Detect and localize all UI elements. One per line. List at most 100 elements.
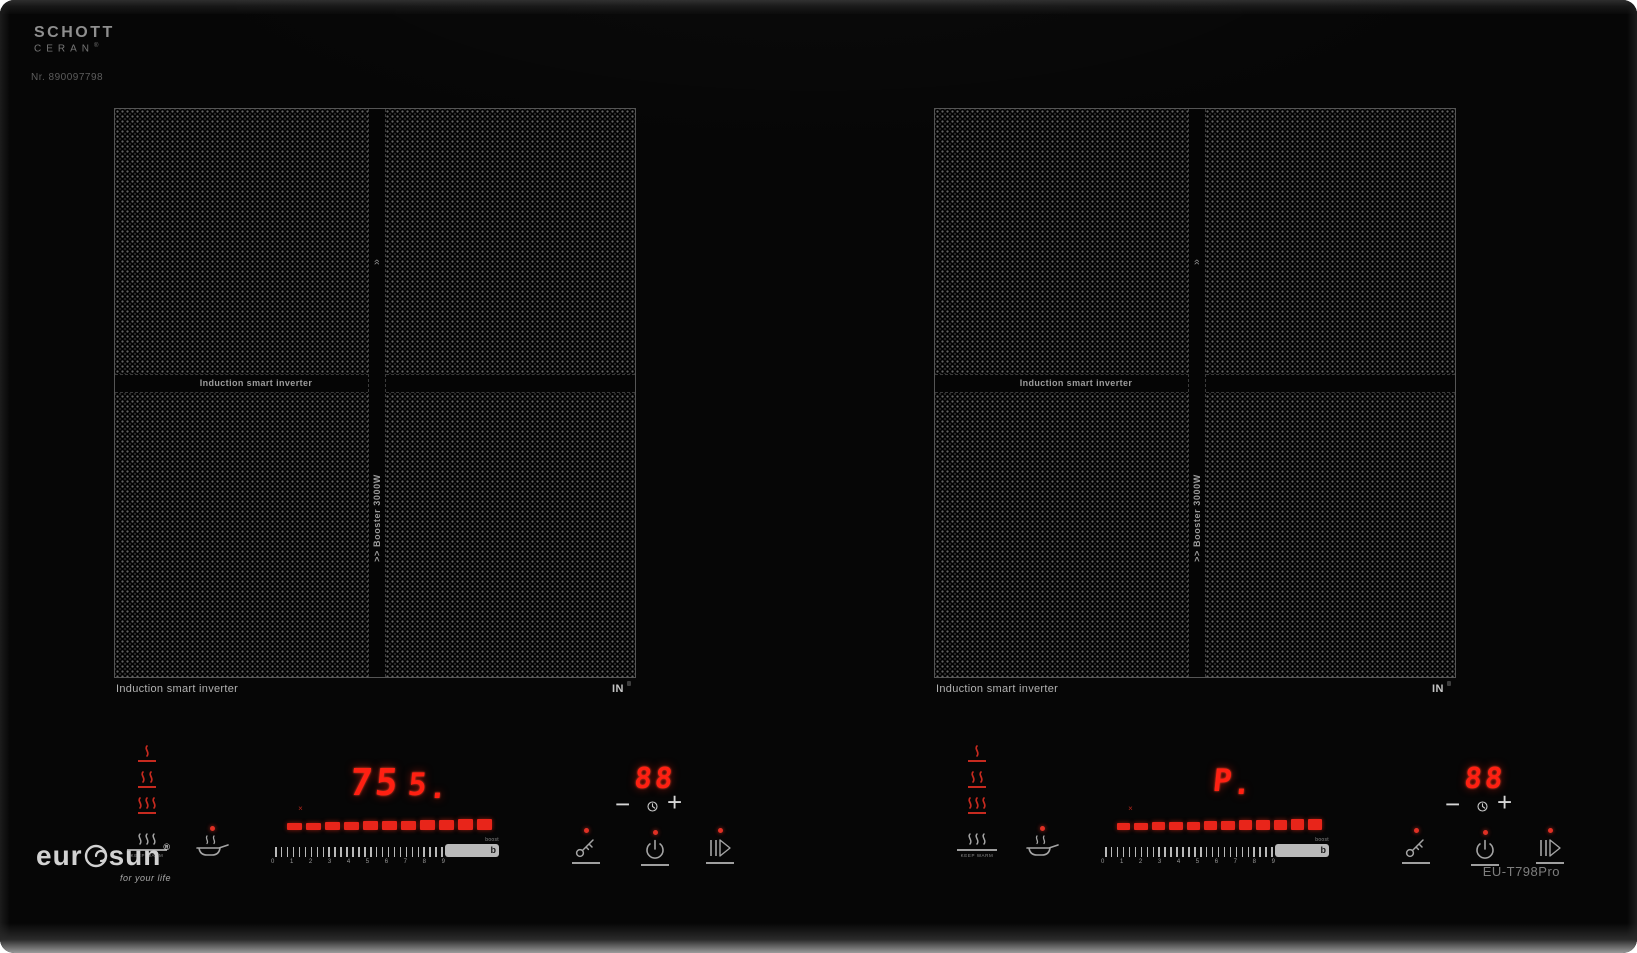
scale-number: 1 [1120, 859, 1123, 865]
fry-button[interactable] [1017, 826, 1067, 859]
pause-button[interactable] [1533, 828, 1567, 864]
slider-segment [1152, 822, 1165, 830]
scale-tick [287, 847, 289, 857]
boost-zone[interactable]: boost b [1275, 844, 1329, 857]
scale-tick [1236, 847, 1238, 857]
slider-segment [1308, 819, 1321, 830]
key-lock-icon [1404, 837, 1428, 859]
zone-caption-row: Induction smart inverter IN [114, 683, 636, 695]
slider-segment [401, 821, 416, 830]
chevron-up-icon: » [371, 259, 383, 265]
timer-icon [646, 800, 659, 813]
power-slider[interactable] [287, 815, 492, 830]
timer-icon [1476, 800, 1489, 813]
slider-segment [1169, 822, 1182, 830]
scale-tick [1105, 847, 1107, 857]
scale-tick [435, 847, 437, 857]
scale-tick [394, 847, 396, 857]
key-lock-icon [574, 837, 598, 859]
slider-segment [382, 821, 397, 830]
fry-indicator-dot [1040, 826, 1045, 831]
scale-tick [441, 847, 443, 857]
scale-tick [352, 847, 354, 857]
scale-tick [1206, 847, 1208, 857]
scale-tick [1164, 847, 1166, 857]
warm-level-2-icon [134, 770, 160, 791]
scale-number: 9 [442, 859, 445, 865]
cooking-zone-left: Induction smart inverter IN » >> Booster… [114, 108, 636, 695]
scale-tick [293, 847, 295, 857]
child-lock-button[interactable] [569, 828, 603, 864]
zone-caption-row: Induction smart inverter IN [934, 683, 1456, 695]
timer-minus-button[interactable]: − [1445, 794, 1460, 814]
scale-tick [370, 847, 372, 857]
scale-number: 0 [271, 859, 274, 865]
scale-tick [1224, 847, 1226, 857]
scale-tick [406, 847, 408, 857]
timer-minus-button[interactable]: − [615, 794, 630, 814]
zone-vertical-band: » >> Booster 3000W [1188, 109, 1206, 677]
slider-segment [1204, 821, 1217, 830]
scale-tick [328, 847, 330, 857]
frying-pan-icon [193, 835, 231, 859]
control-cluster-right: KEEP WARM P . × 0123456789 boost b 88 − [925, 720, 1570, 880]
boost-caption: boost [1315, 837, 1329, 843]
scale-tick [376, 847, 378, 857]
scale-tick [1111, 847, 1113, 857]
scale-tick [1200, 847, 1202, 857]
boost-glyph: b [491, 846, 497, 855]
scale-tick [1242, 847, 1244, 857]
scale-number: 6 [1215, 859, 1218, 865]
scale-tick [423, 847, 425, 857]
keep-warm-level-indicator [125, 744, 169, 817]
scale-tick [311, 847, 313, 857]
scale-number: 6 [385, 859, 388, 865]
warm-level-1-icon [134, 744, 160, 765]
boost-zone[interactable]: boost b [445, 844, 499, 857]
zone-caption-label: Induction smart inverter [116, 683, 238, 695]
power-button[interactable] [1468, 830, 1502, 866]
eurosun-logo: eur sun ® for your life [36, 840, 171, 883]
scale-number: 0 [1101, 859, 1104, 865]
scale-number: 4 [347, 859, 350, 865]
scale-number: 5 [1196, 859, 1199, 865]
cooking-zone-surface[interactable]: Induction smart inverter IN » >> Booster… [114, 108, 636, 678]
scale-tick [1123, 847, 1125, 857]
keep-warm-level-indicator [955, 744, 999, 817]
scale-tick [1117, 847, 1119, 857]
power-button[interactable] [638, 830, 672, 866]
power-slider[interactable] [1117, 815, 1322, 830]
scale-tick [334, 847, 336, 857]
ceran-wordmark: CERAN [34, 43, 94, 54]
cooking-zone-surface[interactable]: Induction smart inverter IN » >> Booster… [934, 108, 1456, 678]
zone-caption-in-badge: IN [1432, 683, 1444, 695]
lock-indicator-dot [1414, 828, 1419, 833]
brand-registered-mark: ® [163, 842, 171, 852]
scale-tick [429, 847, 431, 857]
scale-number: 8 [1253, 859, 1256, 865]
slider-segment [1239, 820, 1252, 830]
scale-tick [1218, 847, 1220, 857]
slider-segment [1291, 819, 1304, 830]
scale-tick [1248, 847, 1250, 857]
slider-segment [306, 823, 321, 830]
timer-plus-button[interactable]: + [667, 792, 682, 812]
scale-tick [1135, 847, 1137, 857]
swirl-o-icon [84, 844, 108, 868]
keep-warm-button[interactable]: KEEP WARM [949, 832, 1005, 858]
power-display: 75 5 . [305, 766, 495, 800]
scale-number: 9 [1272, 859, 1275, 865]
slider-segment [363, 821, 378, 830]
brand-tagline: for your life [36, 873, 171, 883]
bezel-left [0, 0, 10, 953]
slider-segment [477, 819, 492, 830]
fry-button[interactable] [187, 826, 237, 859]
pause-button[interactable] [703, 828, 737, 864]
timer-plus-button[interactable]: + [1497, 792, 1512, 812]
bezel-top [0, 0, 1637, 14]
scale-tick [281, 847, 283, 857]
model-number: EU-T798Pro [1483, 864, 1560, 879]
child-lock-button[interactable] [1399, 828, 1433, 864]
scale-tick [317, 847, 319, 857]
brand-text-post: sun [109, 840, 162, 872]
